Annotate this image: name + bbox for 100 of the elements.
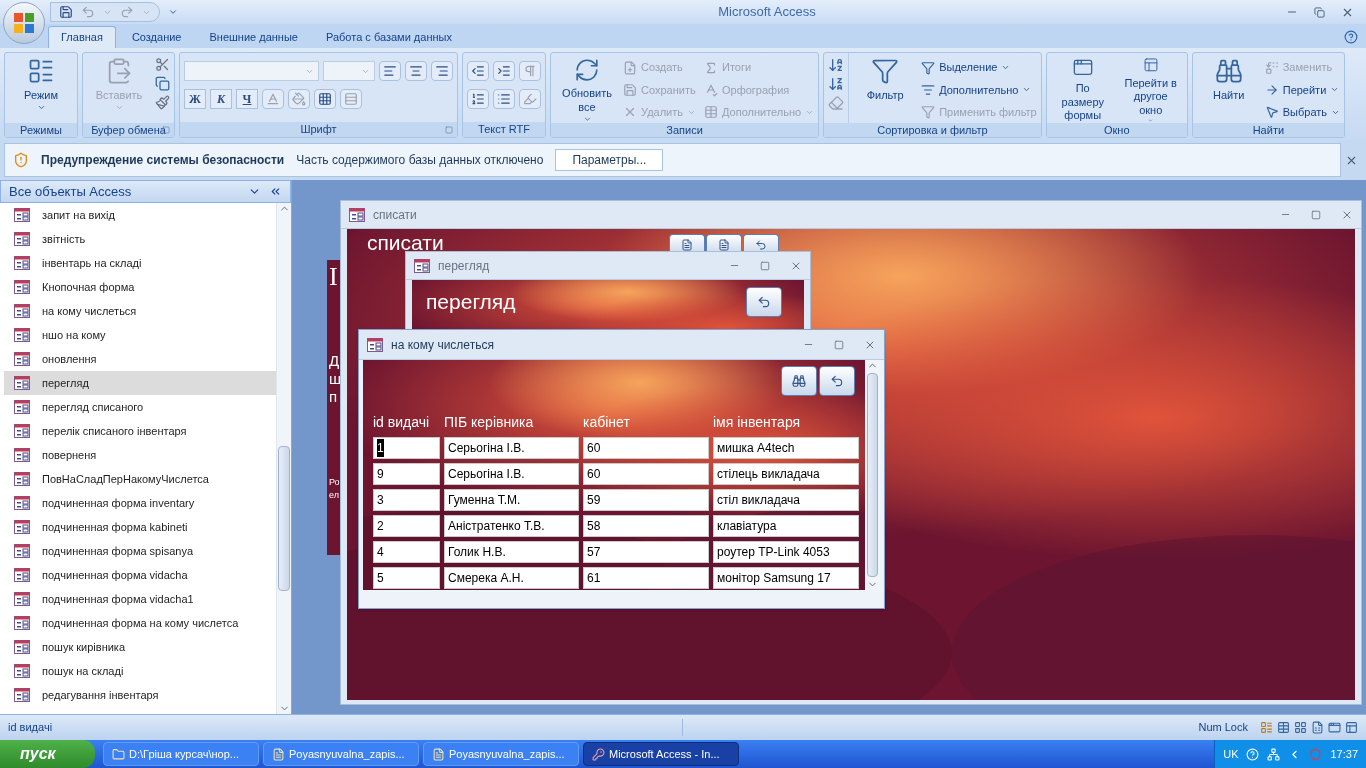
format-button[interactable]: К (210, 89, 232, 109)
copy-icon[interactable] (155, 76, 170, 91)
ribbon-tab[interactable]: Главная (48, 26, 116, 48)
align-left-button[interactable] (379, 61, 401, 81)
format-button[interactable]: Ж (184, 89, 206, 109)
form-icon (14, 616, 30, 630)
command-icon (1264, 105, 1279, 120)
maximize-icon[interactable] (1311, 209, 1321, 220)
ribbon-button[interactable]: Фильтр (853, 53, 918, 123)
view-icon[interactable] (1260, 721, 1273, 734)
network-icon[interactable] (1267, 747, 1281, 761)
format-button[interactable]: Ч (236, 89, 258, 109)
ribbon-tab[interactable]: Работа с базами данных (313, 26, 464, 48)
command-icon (1264, 82, 1279, 97)
bullet-list-button[interactable] (493, 89, 515, 109)
undo-icon[interactable] (81, 5, 95, 19)
nav-item[interactable]: Кнопочная форма (4, 275, 276, 299)
ribbon-button[interactable]: По размеру формы (1050, 53, 1115, 123)
indent-decrease-icon (471, 64, 485, 78)
status-indicator: Num Lock (1197, 720, 1249, 736)
sort-ascending-icon[interactable] (828, 57, 845, 73)
nav-item[interactable]: оновлення (4, 347, 276, 371)
view-icon[interactable] (1328, 721, 1341, 734)
nav-item[interactable]: подчиненная форма vidacha (4, 563, 276, 587)
group-label: Текст RTF (478, 124, 530, 135)
ribbon-tab[interactable]: Внешние данные (197, 26, 310, 48)
numbered-list-button[interactable] (467, 89, 489, 109)
form-icon (14, 256, 30, 270)
ribbon-tab[interactable]: Создание (119, 26, 194, 48)
vertical-scrollbar[interactable] (276, 203, 291, 714)
ribbon-button[interactable]: Выделение (921, 57, 1037, 78)
align-center-button[interactable] (405, 61, 427, 81)
taskbar-button[interactable]: Poyasnyuvalna_zapis... (263, 742, 419, 766)
form-icon (14, 568, 30, 582)
view-icon[interactable] (1345, 721, 1358, 734)
indent-increase-button[interactable] (493, 61, 515, 81)
ribbon-button[interactable]: Режим (9, 53, 73, 123)
nav-item[interactable]: звітність (4, 227, 276, 251)
redo-icon[interactable] (120, 5, 134, 19)
form-icon (14, 664, 30, 678)
ribbon-button[interactable]: Перейти (1264, 79, 1341, 101)
nav-item[interactable]: редагування інвентаря (4, 683, 276, 707)
dropdown-icon (1001, 63, 1011, 72)
align-right-icon (435, 64, 449, 78)
nav-item[interactable]: запит на вихід (4, 203, 276, 227)
scroll-thumb[interactable] (278, 446, 290, 591)
ribbon-button[interactable]: Найти (1196, 53, 1261, 123)
taskbar-button[interactable]: D:\Гріша курсач\нор... (103, 742, 259, 766)
nav-item[interactable]: перелік списаного інвентаря (4, 419, 276, 443)
clear-sort-icon[interactable] (828, 95, 845, 111)
ribbon-button[interactable]: Перейти в другое окно (1118, 53, 1183, 123)
nav-item[interactable]: пошук кирівника (4, 635, 276, 659)
taskbar-button[interactable]: Poyasnyuvalna_zapis... (423, 742, 579, 766)
command-icon (921, 105, 936, 120)
font-name-field[interactable] (184, 61, 319, 81)
row-color-button[interactable] (340, 89, 362, 109)
text-direction-button[interactable] (519, 61, 541, 81)
ribbon-button[interactable]: Выбрать (1264, 101, 1341, 123)
align-right-button[interactable] (431, 61, 453, 81)
save-icon[interactable] (59, 5, 73, 19)
help-icon[interactable] (1344, 30, 1358, 44)
nav-item[interactable]: подчиненная форма inventary (4, 491, 276, 515)
nav-item[interactable]: подчиненная форма vidacha1 (4, 587, 276, 611)
gridlines-button[interactable] (314, 89, 336, 109)
collapse-icon[interactable] (269, 185, 282, 198)
highlight-button[interactable] (519, 89, 541, 109)
ribbon-button[interactable]: Обновить все (555, 53, 619, 123)
ribbon-button[interactable]: Дополнительно (921, 79, 1037, 101)
nav-item[interactable]: ПовНаСладПерНакомуЧислетса (4, 467, 276, 491)
nav-item[interactable]: ншо на кому (4, 323, 276, 347)
nav-item[interactable]: перегляд списаного (4, 395, 276, 419)
nav-item[interactable]: подчиненная форма kabineti (4, 515, 276, 539)
group-label: Буфер обмена (91, 124, 166, 136)
taskbar-button[interactable]: Microsoft Access - In... (583, 742, 739, 766)
group-label: Найти (1252, 124, 1285, 136)
scissors-icon[interactable] (155, 57, 170, 72)
sort-descending-icon[interactable] (828, 76, 845, 92)
nav-item[interactable]: на кому числеться (4, 299, 276, 323)
nav-item[interactable]: подчиненная форма на кому числетса (4, 611, 276, 635)
customize-icon[interactable] (168, 7, 178, 17)
font-color-button[interactable] (262, 89, 284, 109)
fill-color-button[interactable] (288, 89, 310, 109)
options-button[interactable]: Параметры... (555, 149, 664, 171)
restore-icon[interactable] (1314, 6, 1325, 18)
form-icon (14, 352, 30, 366)
nav-item[interactable]: інвентарь на складі (4, 251, 276, 275)
office-button[interactable] (3, 2, 45, 44)
text-direction-icon (523, 64, 537, 78)
pane-title: Все объекты Access (9, 182, 133, 201)
nav-item[interactable]: перегляд (4, 371, 276, 395)
view-icon[interactable] (1294, 721, 1307, 734)
nav-item[interactable]: подчиненная форма spisanya (4, 539, 276, 563)
view-icon[interactable] (1311, 721, 1324, 734)
view-icon[interactable] (1277, 721, 1290, 734)
indent-decrease-button[interactable] (467, 61, 489, 81)
dropdown-icon (582, 114, 592, 123)
font-size-field[interactable] (323, 61, 375, 81)
nav-item[interactable]: поверненя (4, 443, 276, 467)
nav-item[interactable]: пошук на складі (4, 659, 276, 683)
brush-icon[interactable] (155, 95, 170, 110)
